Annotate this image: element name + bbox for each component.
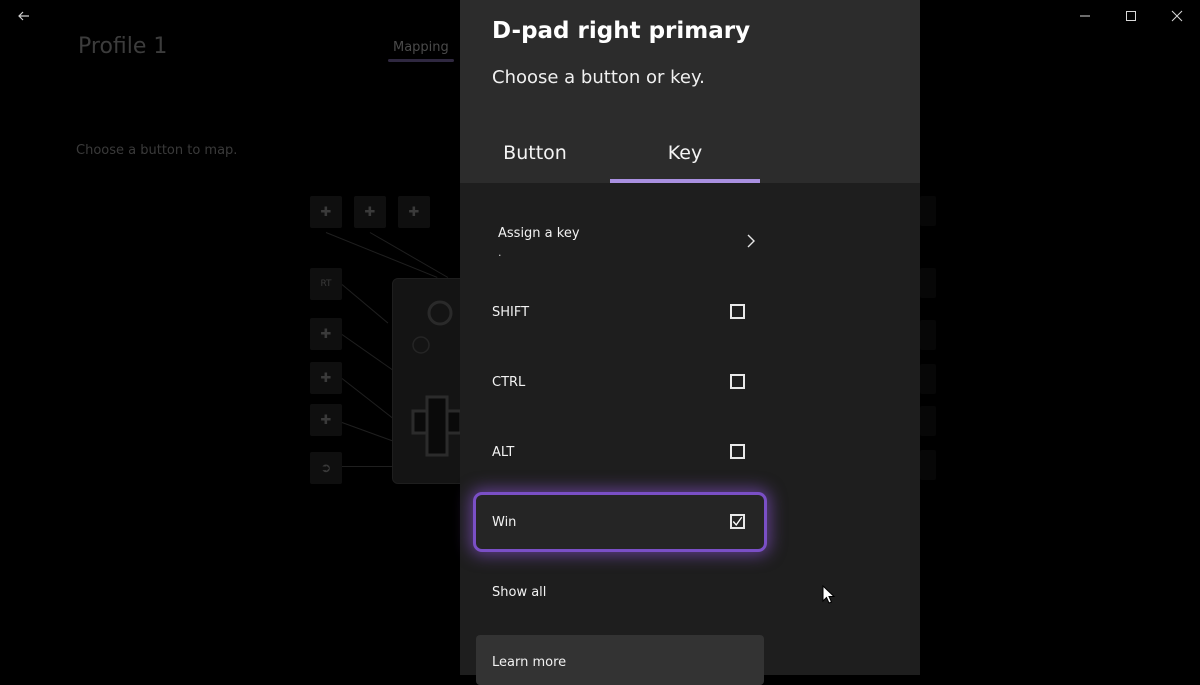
modifier-label: SHIFT — [492, 305, 530, 320]
maximize-icon — [1126, 11, 1136, 21]
dpad-icon: ✚ — [310, 318, 342, 350]
mapping-slot — [920, 196, 936, 226]
mapping-slot — [920, 320, 936, 350]
assign-key-row[interactable]: Assign a key . — [476, 212, 764, 272]
tab-mapping-indicator — [388, 59, 454, 62]
minimize-button[interactable] — [1074, 6, 1096, 26]
map-instruction: Choose a button to map. — [76, 143, 238, 158]
alt-checkbox[interactable] — [730, 444, 745, 459]
back-arrow-icon — [18, 11, 29, 21]
mapping-slot — [920, 406, 936, 436]
connector-line — [341, 334, 400, 376]
chevron-right-icon — [746, 233, 756, 253]
dpad-icon: ✚ — [310, 404, 342, 436]
dpad-icon: ✚ — [398, 196, 430, 228]
modifier-label: ALT — [492, 445, 515, 460]
connector-line — [341, 284, 389, 324]
close-icon — [1171, 10, 1183, 22]
checkmark-icon — [732, 516, 743, 526]
controller-mapping-diagram: ✚ ✚ ✚ RT ✚ ✚ ✚ ➲ — [308, 196, 474, 486]
trigger-label-rt: RT — [310, 268, 342, 300]
show-all-label: Show all — [492, 585, 547, 600]
mapping-slot — [920, 450, 936, 480]
mapping-slot — [920, 268, 936, 298]
assigned-key-value: . — [498, 246, 502, 259]
maximize-button[interactable] — [1120, 6, 1142, 26]
tab-button[interactable]: Button — [490, 142, 580, 164]
profile-title: Profile 1 — [78, 34, 168, 59]
modifier-row-win[interactable]: Win — [476, 495, 764, 549]
minimize-icon — [1080, 15, 1090, 17]
key-mapping-dialog: D-pad right primary Choose a button or k… — [460, 0, 920, 685]
modifier-label: Win — [492, 515, 517, 530]
ctrl-checkbox[interactable] — [730, 374, 745, 389]
modifier-label: CTRL — [492, 375, 526, 390]
stick-icon: ➲ — [310, 452, 342, 484]
learn-more-button[interactable]: Learn more — [476, 635, 764, 685]
dpad-icon: ✚ — [354, 196, 386, 228]
learn-more-label: Learn more — [492, 655, 567, 670]
tab-key[interactable]: Key — [610, 142, 760, 164]
mapping-slot — [920, 364, 936, 394]
shift-checkbox[interactable] — [730, 304, 745, 319]
tab-mapping: Mapping — [393, 40, 449, 55]
mouse-cursor-icon — [822, 585, 836, 604]
modifier-row-alt[interactable]: ALT — [476, 425, 764, 479]
back-button[interactable] — [14, 6, 34, 26]
show-all-row[interactable]: Show all — [476, 565, 764, 619]
assign-key-label: Assign a key — [498, 226, 580, 241]
dialog-subtitle: Choose a button or key. — [492, 67, 705, 88]
connector-line — [341, 378, 398, 422]
dialog-header: D-pad right primary Choose a button or k… — [460, 0, 920, 183]
win-checkbox[interactable] — [730, 514, 745, 529]
modifier-row-ctrl[interactable]: CTRL — [476, 355, 764, 409]
dpad-icon: ✚ — [310, 196, 342, 228]
tab-selected-indicator — [610, 179, 760, 183]
close-button[interactable] — [1166, 6, 1188, 26]
dpad-icon: ✚ — [310, 362, 342, 394]
modifier-row-shift[interactable]: SHIFT — [476, 285, 764, 339]
dialog-title: D-pad right primary — [492, 18, 751, 44]
